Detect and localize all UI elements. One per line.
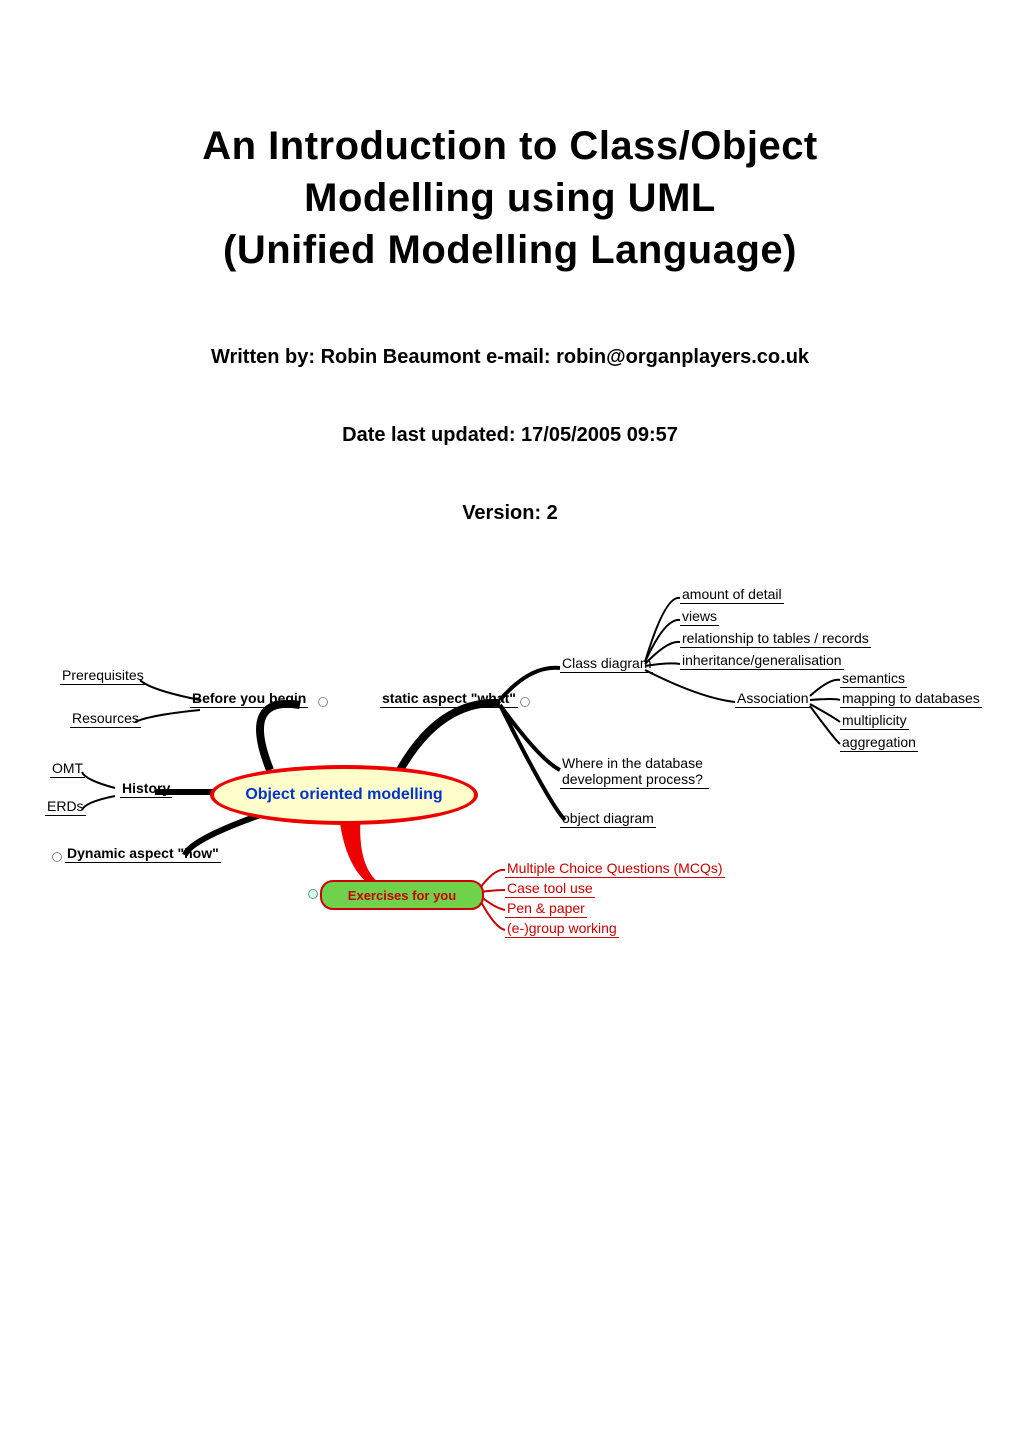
node-history: History — [120, 780, 172, 798]
mindmap-diagram: Object oriented modelling Before you beg… — [40, 570, 980, 970]
page-title: An Introduction to Class/Object Modellin… — [60, 120, 960, 276]
collapse-marker-icon — [52, 852, 62, 862]
node-static-aspect: static aspect "what" — [380, 690, 518, 708]
node-dynamic-aspect: Dynamic aspect "how" — [65, 845, 221, 863]
title-line-2: Modelling using UML — [304, 176, 716, 220]
node-amount-of-detail: amount of detail — [680, 586, 784, 604]
node-inheritance: inheritance/generalisation — [680, 652, 844, 670]
document-page: An Introduction to Class/Object Modellin… — [0, 0, 1020, 1443]
node-where-in-db: Where in the database development proces… — [560, 755, 709, 789]
node-multiplicity: multiplicity — [840, 712, 909, 730]
node-relationship: relationship to tables / records — [680, 630, 871, 648]
exercises-label: Exercises for you — [348, 888, 456, 903]
node-omt: OMT — [50, 760, 85, 778]
author-byline: Written by: Robin Beaumont e-mail: robin… — [60, 346, 960, 369]
node-aggregation: aggregation — [840, 734, 918, 752]
node-object-diagram: object diagram — [560, 810, 656, 828]
node-semantics: semantics — [840, 670, 907, 688]
node-erds: ERDs — [45, 798, 86, 816]
node-association: Association — [735, 690, 811, 708]
node-group-working: (e-)group working — [505, 920, 619, 938]
node-pen-paper: Pen & paper — [505, 900, 587, 918]
mindmap-center-node: Object oriented modelling — [210, 765, 478, 825]
node-prerequisites: Prerequisites — [60, 667, 146, 685]
node-class-diagram: Class diagram — [560, 655, 653, 673]
collapse-marker-icon — [520, 697, 530, 707]
title-line-1: An Introduction to Class/Object — [202, 124, 818, 168]
node-mcq: Multiple Choice Questions (MCQs) — [505, 860, 725, 878]
collapse-marker-icon — [318, 697, 328, 707]
node-resources: Resources — [70, 710, 141, 728]
node-case-tool: Case tool use — [505, 880, 595, 898]
node-views: views — [680, 608, 719, 626]
node-mapping: mapping to databases — [840, 690, 982, 708]
node-exercises: Exercises for you — [320, 880, 484, 910]
version-label: Version: 2 — [60, 502, 960, 525]
node-before-you-begin: Before you begin — [190, 690, 308, 708]
date-updated: Date last updated: 17/05/2005 09:57 — [60, 424, 960, 447]
collapse-marker-icon — [308, 889, 318, 899]
title-line-3: (Unified Modelling Language) — [223, 228, 797, 272]
center-node-label: Object oriented modelling — [245, 786, 442, 804]
